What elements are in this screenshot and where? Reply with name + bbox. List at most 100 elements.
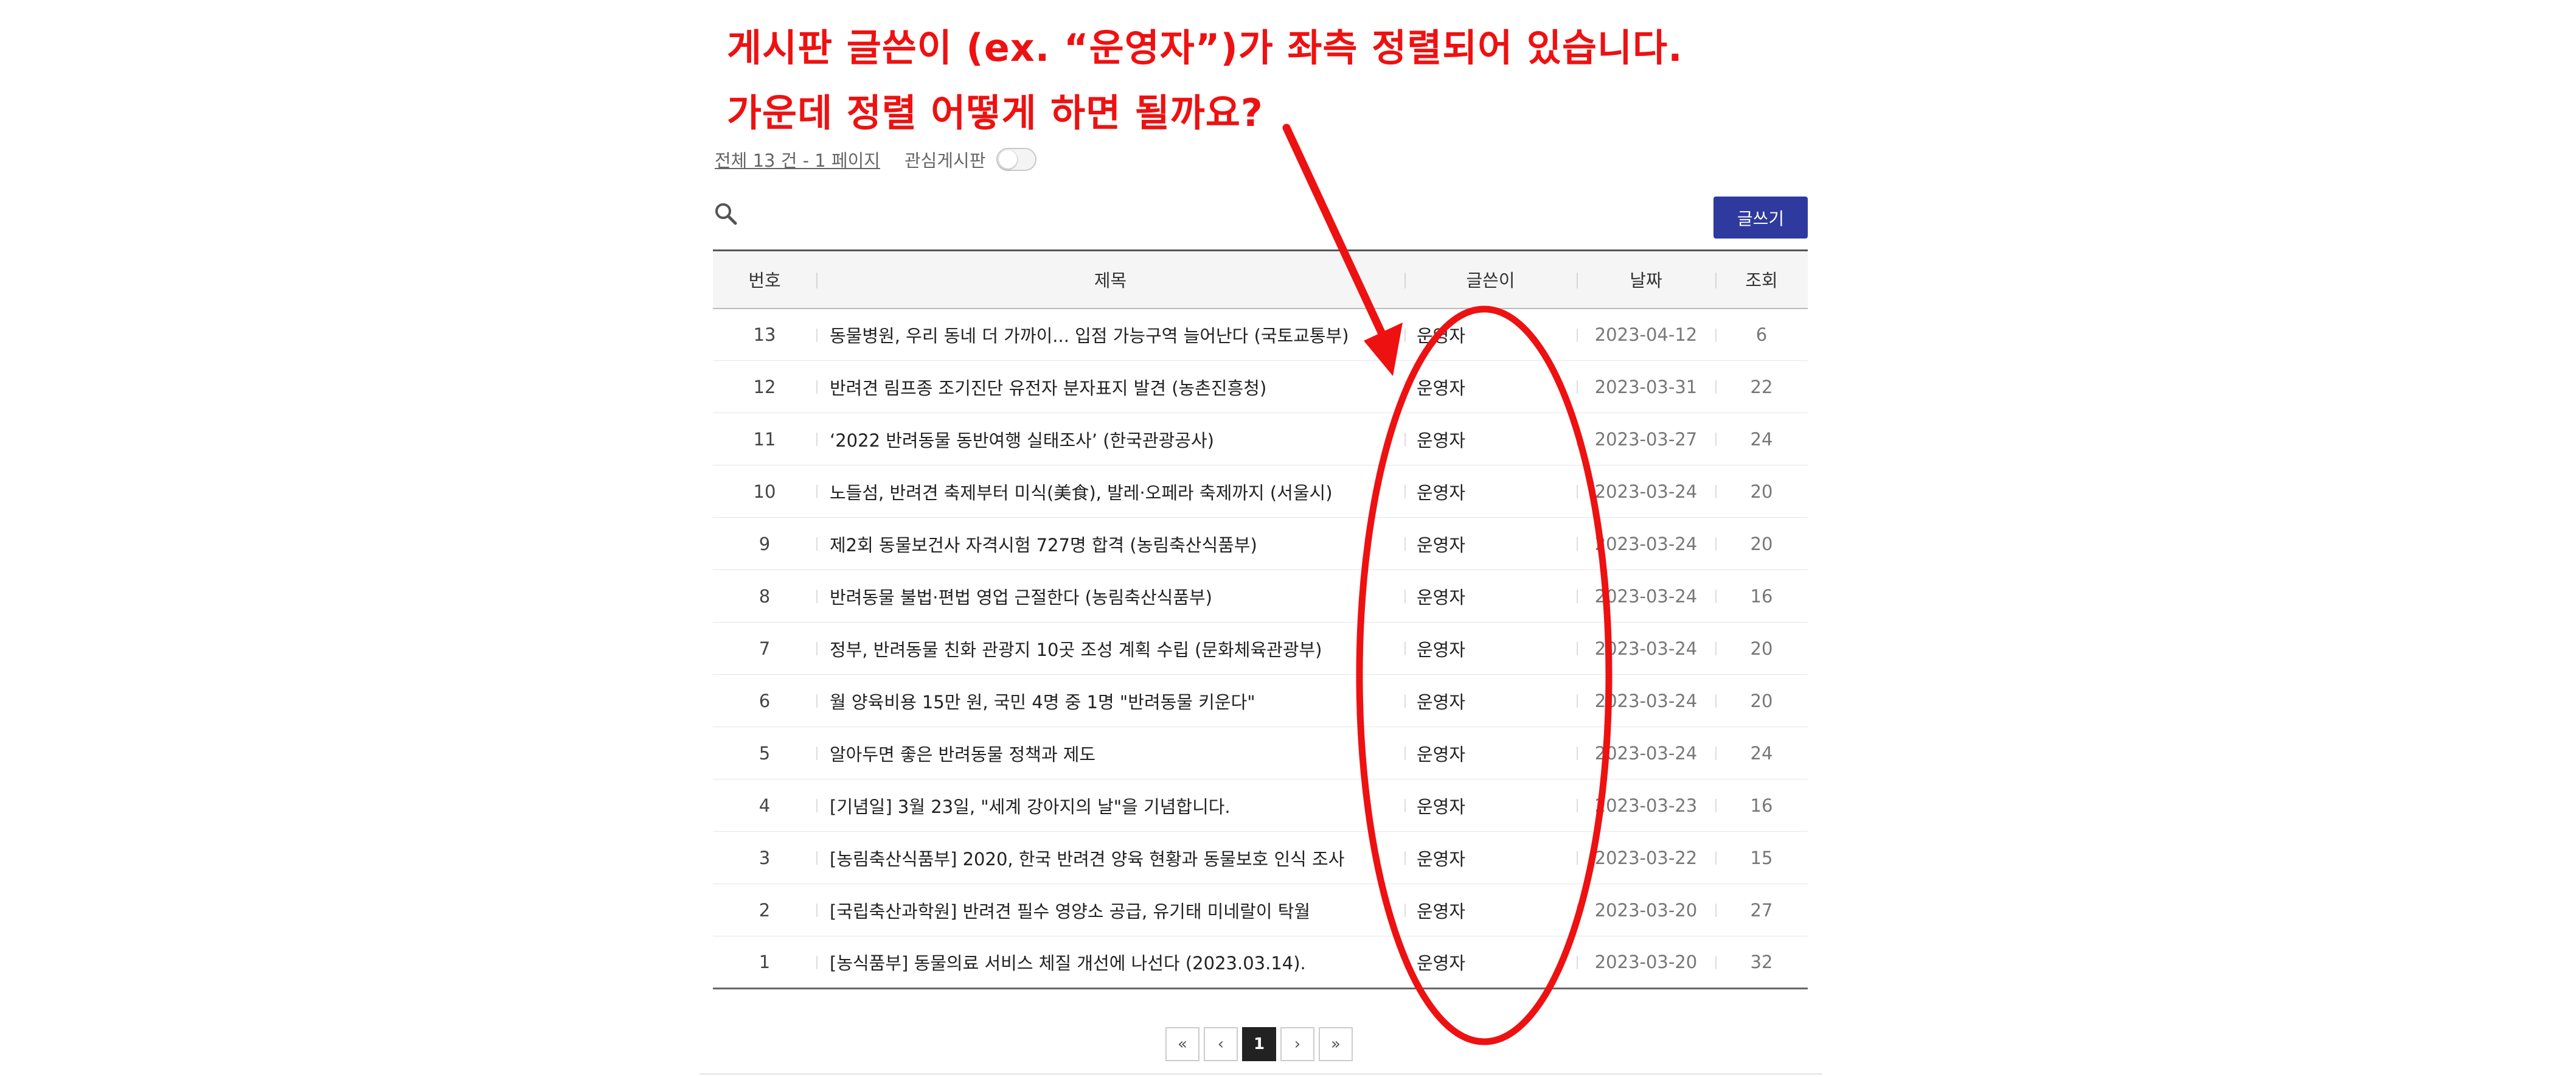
table-row[interactable]: 4 [기념일] 3월 23일, "세계 강아지의 날"을 기념합니다. 운영자 202… <box>713 779 1808 832</box>
row-author-cell: 운영자 <box>1404 413 1577 465</box>
row-views: 32 <box>1750 952 1773 972</box>
row-number: 2 <box>759 899 771 921</box>
row-title-link[interactable]: [농식품부] 동물의료 서비스 체질 개선에 나선다 (2023.03.14). <box>830 953 1306 974</box>
row-author: 운영자 <box>1417 953 1466 974</box>
row-title-link[interactable]: 노들섬, 반려견 축제부터 미식(美食), 발레·오페라 축제까지 (서울시) <box>830 483 1333 503</box>
table-row[interactable]: 11 ‘2022 반려동물 동반여행 실태조사’ (한국관광공사) 운영자 2023-… <box>713 413 1808 465</box>
row-views: 27 <box>1750 899 1773 921</box>
row-title-link[interactable]: [국립축산과학원] 반려견 필수 영양소 공급, 유기태 미네랄이 탁월 <box>830 901 1310 922</box>
row-title-link[interactable]: 반려견 림프종 조기진단 유전자 분자표지 발견 (농촌진흥청) <box>830 378 1266 399</box>
post-count-link[interactable]: 전체 13 건 - 1 페이지 <box>715 147 880 172</box>
header-title-label: 제목 <box>1094 270 1127 291</box>
row-title-link[interactable]: 월 양육비용 15만 원, 국민 4명 중 1명 "반려동물 키운다" <box>830 692 1255 713</box>
row-title-link[interactable]: 제2회 동물보건사 자격시험 727명 합격 (농림축산식품부) <box>830 535 1257 556</box>
row-author-cell: 운영자 <box>1404 570 1577 622</box>
row-views-cell: 24 <box>1715 413 1808 465</box>
row-title-link[interactable]: 동물병원, 우리 동네 더 가까이... 입점 가능구역 늘어난다 (국토교통부… <box>830 326 1349 346</box>
row-views: 6 <box>1755 324 1768 345</box>
table-row[interactable]: 8 반려동물 불법·편법 영업 근절한다 (농림축산식품부) 운영자 2023-03-… <box>713 570 1808 622</box>
row-title-link-cell: [국립축산과학원] 반려견 필수 영양소 공급, 유기태 미네랄이 탁월 <box>816 884 1404 936</box>
row-date-cell: 2023-04-12 <box>1577 308 1715 361</box>
row-title-link[interactable]: [농림축산식품부] 2020, 한국 반려견 양육 현황과 동물보호 인식 조사 <box>830 849 1344 870</box>
row-date-cell: 2023-03-23 <box>1577 779 1715 832</box>
row-views: 20 <box>1750 481 1773 502</box>
row-number-cell: 11 <box>713 413 816 465</box>
row-number-cell: 6 <box>713 674 816 727</box>
row-author: 운영자 <box>1417 691 1466 713</box>
row-title-link-cell: 알아두면 좋은 반려동물 정책과 제도 <box>816 727 1404 779</box>
current-page-button[interactable]: 1 <box>1242 1027 1276 1061</box>
table-row[interactable]: 5 알아두면 좋은 반려동물 정책과 제도 운영자 2023-03-24 24 <box>713 727 1808 779</box>
write-post-button[interactable]: 글쓰기 <box>1713 197 1808 239</box>
table-header-row: 번호 제목 글쓴이 날짜 조회 <box>713 249 1808 309</box>
row-date: 2023-03-24 <box>1594 585 1698 607</box>
last-page-button[interactable]: » <box>1319 1027 1353 1061</box>
row-title-link-cell: 월 양육비용 15만 원, 국민 4명 중 1명 "반려동물 키운다" <box>816 674 1404 727</box>
row-title-link-cell: 노들섬, 반려견 축제부터 미식(美食), 발레·오페라 축제까지 (서울시) <box>816 465 1404 518</box>
row-views-cell: 6 <box>1715 308 1808 361</box>
row-title-link-cell: ‘2022 반려동물 동반여행 실태조사’ (한국관광공사) <box>816 413 1404 465</box>
row-title-link-cell: 정부, 반려동물 친화 관광지 10곳 조성 계획 수립 (문화체육관광부) <box>816 622 1404 675</box>
row-title-link[interactable]: [기념일] 3월 23일, "세계 강아지의 날"을 기념합니다. <box>830 796 1231 817</box>
row-title-link[interactable]: 알아두면 좋은 반려동물 정책과 제도 <box>830 744 1095 765</box>
row-number: 1 <box>759 952 771 972</box>
table-row[interactable]: 3 [농림축산식품부] 2020, 한국 반려견 양육 현황과 동물보호 인식 조… <box>713 831 1808 884</box>
row-title-link-cell: 반려동물 불법·편법 영업 근절한다 (농림축산식품부) <box>816 570 1404 622</box>
row-date-cell: 2023-03-24 <box>1577 570 1715 622</box>
row-author: 운영자 <box>1417 639 1466 660</box>
row-title-link-cell: 동물병원, 우리 동네 더 가까이... 입점 가능구역 늘어난다 (국토교통부… <box>816 308 1404 361</box>
row-date: 2023-03-24 <box>1594 742 1698 764</box>
row-title-link[interactable]: ‘2022 반려동물 동반여행 실태조사’ (한국관광공사) <box>830 430 1214 451</box>
row-author-cell: 운영자 <box>1404 779 1577 832</box>
row-views-cell: 16 <box>1715 779 1808 832</box>
row-date: 2023-03-23 <box>1594 795 1698 816</box>
row-author-cell: 운영자 <box>1404 674 1577 727</box>
row-views-cell: 16 <box>1715 570 1808 622</box>
row-author-cell: 운영자 <box>1404 360 1577 413</box>
row-views-cell: 20 <box>1715 465 1808 518</box>
row-author-cell: 운영자 <box>1404 884 1577 936</box>
favorite-toggle[interactable] <box>996 148 1037 171</box>
row-date: 2023-03-24 <box>1594 690 1698 711</box>
row-date-cell: 2023-03-27 <box>1577 413 1715 465</box>
row-views-cell: 20 <box>1715 517 1808 570</box>
row-author-cell: 운영자 <box>1404 936 1577 989</box>
first-page-button[interactable]: « <box>1165 1027 1199 1061</box>
row-date-cell: 2023-03-24 <box>1577 622 1715 675</box>
table-row[interactable]: 12 반려견 림프종 조기진단 유전자 분자표지 발견 (농촌진흥청) 운영자 202… <box>713 360 1808 413</box>
next-page-button[interactable]: › <box>1280 1027 1314 1061</box>
row-author: 운영자 <box>1417 534 1466 556</box>
table-row[interactable]: 13 동물병원, 우리 동네 더 가까이... 입점 가능구역 늘어난다 (국토교… <box>713 308 1808 361</box>
table-row[interactable]: 1 [농식품부] 동물의료 서비스 체질 개선에 나선다 (2023.03.14)… <box>713 936 1808 989</box>
table-row[interactable]: 7 정부, 반려동물 친화 관광지 10곳 조성 계획 수립 (문화체육관광부) 운… <box>713 622 1808 675</box>
header-author: 글쓴이 <box>1404 249 1577 309</box>
row-number: 4 <box>759 795 771 816</box>
row-date-cell: 2023-03-24 <box>1577 465 1715 518</box>
row-author-cell: 운영자 <box>1404 308 1577 361</box>
annotation-line-2: 가운데 정렬 어떻게 하면 될까요? <box>727 91 1263 135</box>
row-date-cell: 2023-03-24 <box>1577 517 1715 570</box>
row-date: 2023-04-12 <box>1594 324 1698 345</box>
table-row[interactable]: 9 제2회 동물보건사 자격시험 727명 합격 (농림축산식품부) 운영자 2023… <box>713 517 1808 570</box>
table-row[interactable]: 6 월 양육비용 15만 원, 국민 4명 중 1명 "반려동물 키운다" 운영자 2… <box>713 674 1808 727</box>
search-icon[interactable] <box>713 201 740 228</box>
row-date-cell: 2023-03-24 <box>1577 727 1715 779</box>
row-title-link-cell: [농식품부] 동물의료 서비스 체질 개선에 나선다 (2023.03.14). <box>816 936 1404 989</box>
row-number-cell: 2 <box>713 884 816 936</box>
toggle-knob <box>999 150 1018 169</box>
row-author-cell: 운영자 <box>1404 622 1577 675</box>
row-views: 20 <box>1750 533 1773 554</box>
prev-page-button[interactable]: ‹ <box>1204 1027 1238 1061</box>
row-author: 운영자 <box>1417 848 1466 870</box>
table-row[interactable]: 10 노들섬, 반려견 축제부터 미식(美食), 발레·오페라 축제까지 (서울시… <box>713 465 1808 518</box>
row-title-link[interactable]: 정부, 반려동물 친화 관광지 10곳 조성 계획 수립 (문화체육관광부) <box>830 640 1322 660</box>
row-views: 22 <box>1750 376 1773 397</box>
row-views-cell: 22 <box>1715 360 1808 413</box>
table-row[interactable]: 2 [국립축산과학원] 반려견 필수 영양소 공급, 유기태 미네랄이 탁월 운영자… <box>713 884 1808 936</box>
row-author: 운영자 <box>1417 901 1466 922</box>
header-views-label: 조회 <box>1745 270 1778 291</box>
row-views-cell: 32 <box>1715 936 1808 989</box>
row-date: 2023-03-31 <box>1594 376 1698 397</box>
row-author: 운영자 <box>1417 377 1466 399</box>
row-title-link[interactable]: 반려동물 불법·편법 영업 근절한다 (농림축산식품부) <box>830 587 1212 608</box>
